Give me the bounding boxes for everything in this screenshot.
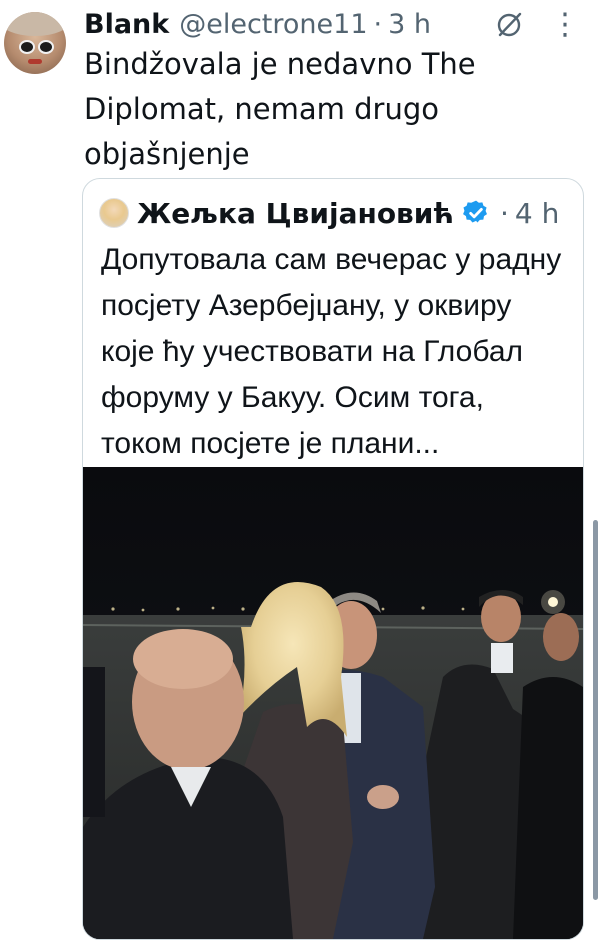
author-handle[interactable]: @electrone11 [179,9,367,40]
quoted-author-name[interactable]: Жељка Цвијановић [137,197,454,230]
quoted-tweet-text: Допутовала сам вечерас у радну посјету А… [101,243,562,460]
tweet-timestamp[interactable]: 3 h [388,9,431,40]
avatar-eye-right [38,40,54,54]
tweet-text: Bindžovala je nedavno The Diplomat, nema… [84,47,476,171]
quoted-tweet-image[interactable] [83,467,583,939]
photo-scene [83,467,583,939]
author-name[interactable]: Blank [84,9,169,40]
avatar-eye-left [19,40,35,54]
quoted-tweet-timestamp[interactable]: 4 h [515,197,559,230]
separator-dot: · [373,8,383,40]
grok-icon[interactable] [494,10,524,40]
quoted-tweet-header: Жељка Цвијановић · 4 h [99,193,559,233]
avatar-hair [4,12,66,36]
separator-dot: · [499,196,509,230]
quoted-author-avatar[interactable] [99,198,129,228]
verified-badge-icon [463,200,487,223]
more-icon[interactable]: ⋮ [550,10,580,40]
scrollbar[interactable] [593,520,598,900]
avatar-mouth [28,59,42,64]
header-actions: ⋮ [494,10,580,40]
author-avatar[interactable] [4,12,66,74]
tweet-header: Blank @electrone11 · 3 h ⋮ [84,6,580,42]
quoted-tweet-card[interactable]: Жељка Цвијановић · 4 h Допутовала сам ве… [82,178,584,940]
